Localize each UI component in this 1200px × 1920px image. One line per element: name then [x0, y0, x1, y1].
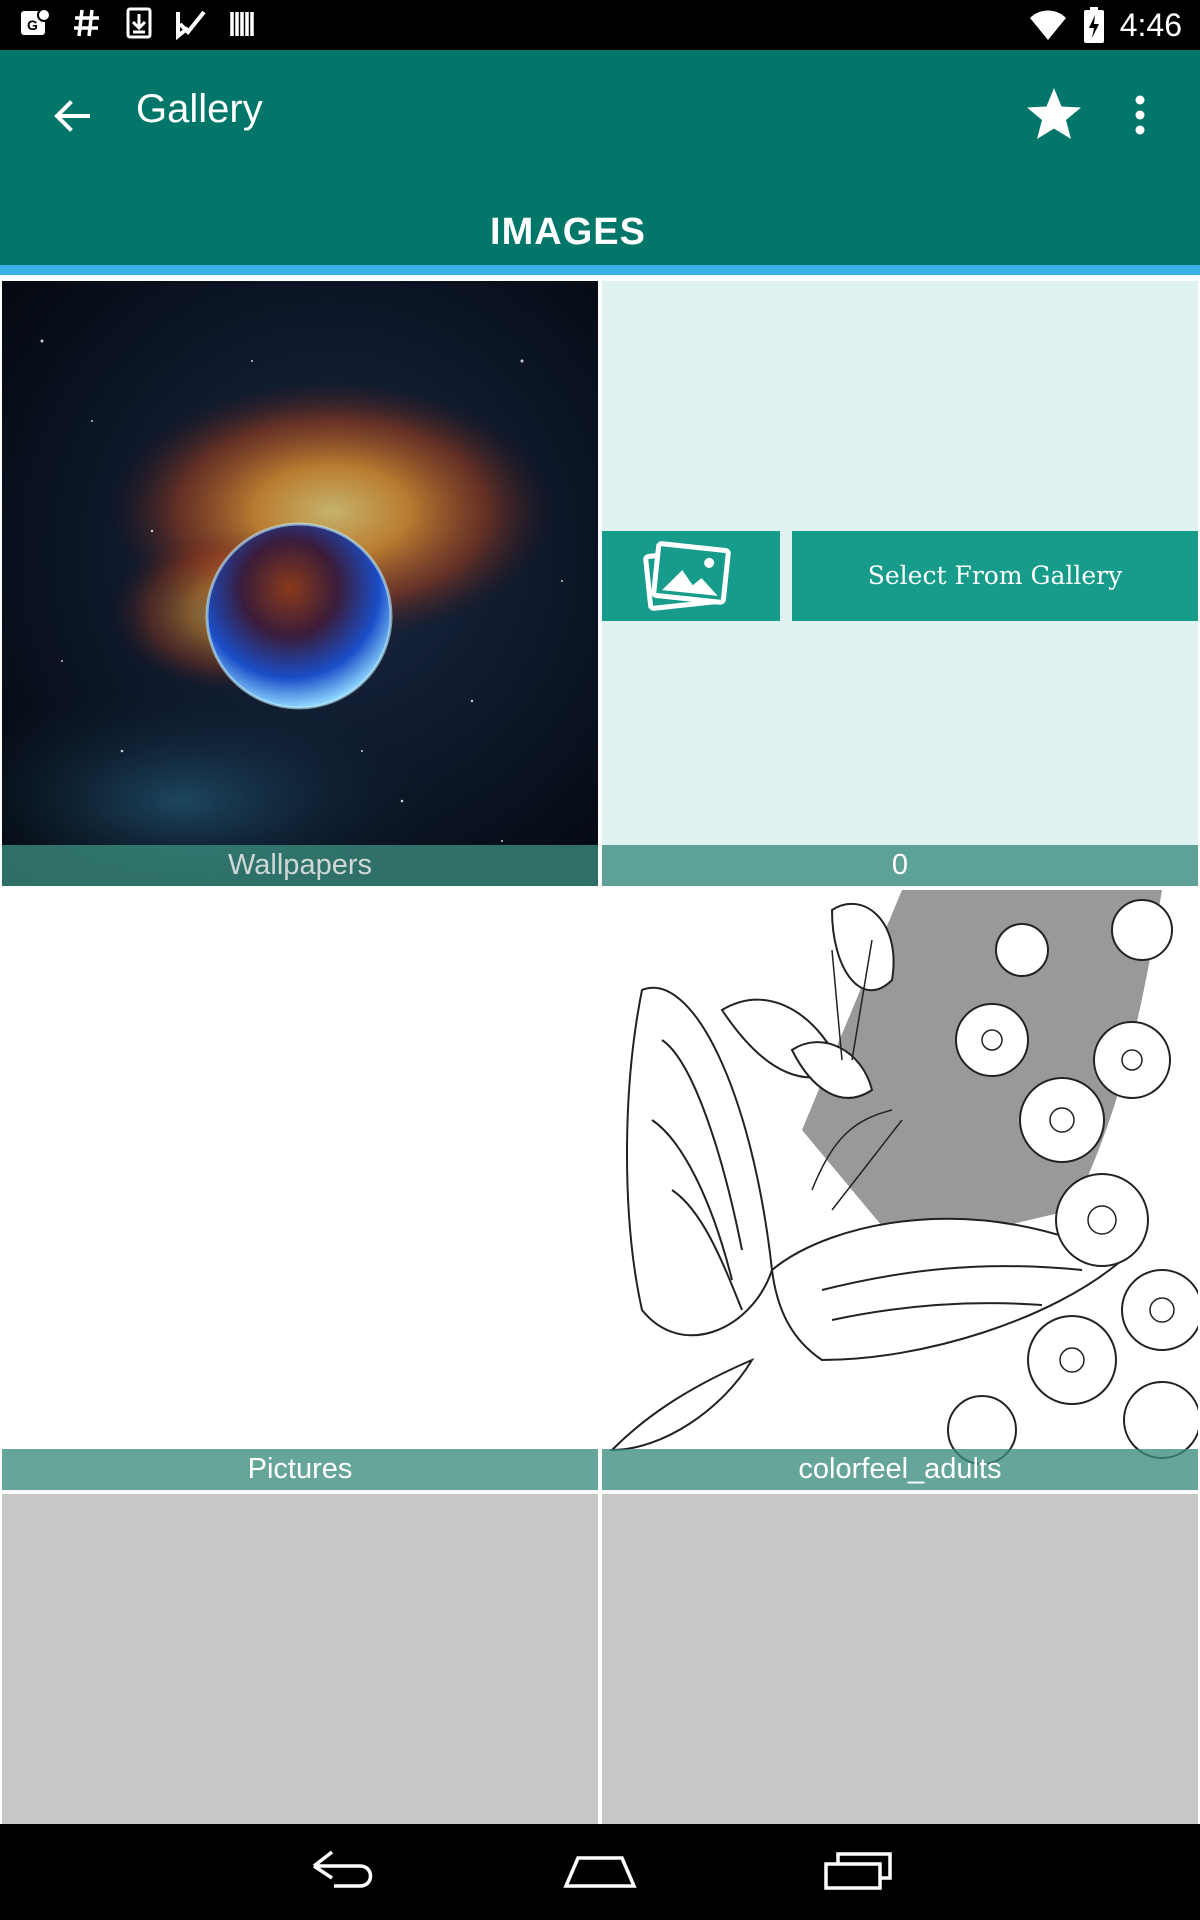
system-nav-bar	[0, 1824, 1200, 1920]
nav-recents-button[interactable]	[818, 1842, 898, 1902]
gallery-icon-button[interactable]	[602, 531, 780, 621]
nav-back-button[interactable]	[304, 1842, 384, 1902]
album-tile-select: Select From Gallery 0	[602, 281, 1198, 886]
status-bar: G 4:46	[0, 0, 1200, 50]
album-tile-wallpapers[interactable]: Wallpapers	[2, 281, 598, 886]
back-button[interactable]	[48, 92, 96, 140]
album-tile-empty[interactable]	[2, 1494, 598, 1824]
download-icon	[122, 6, 156, 40]
nav-home-button[interactable]	[560, 1842, 640, 1902]
more-vert-icon	[1135, 95, 1145, 135]
page-title: Gallery	[136, 87, 263, 131]
favorite-button[interactable]	[1023, 84, 1085, 146]
album-grid: Wallpapers Select From Gallery 0 Picture…	[0, 276, 1200, 1824]
maps-icon: G	[18, 6, 52, 40]
star-icon	[1027, 88, 1081, 139]
album-tile-pictures[interactable]: Pictures	[2, 890, 598, 1490]
nav-home-icon	[563, 1856, 637, 1888]
notification-icons: G	[18, 6, 260, 41]
overflow-menu-button[interactable]	[1120, 88, 1160, 144]
barcode-icon	[226, 6, 260, 40]
album-name: Wallpapers	[2, 845, 598, 886]
butterfly-line-art-image	[609, 890, 1198, 1465]
album-tile-empty[interactable]	[602, 1494, 1198, 1824]
tab-indicator	[0, 265, 1200, 275]
album-name: Pictures	[2, 1449, 598, 1490]
nav-recents-icon	[824, 1852, 892, 1890]
album-name: colorfeel_adults	[602, 1449, 1198, 1490]
check-icon	[174, 6, 208, 41]
svg-text:G: G	[27, 17, 38, 33]
nav-back-icon	[312, 1850, 373, 1888]
clock: 4:46	[1119, 6, 1182, 43]
album-name: 0	[602, 845, 1198, 886]
app-bar: Gallery IMAGES	[0, 50, 1200, 265]
battery-charging-icon	[1083, 7, 1104, 43]
wifi-icon	[1029, 10, 1066, 40]
select-from-gallery-button[interactable]: Select From Gallery	[792, 531, 1198, 621]
gallery-photos-icon	[643, 541, 731, 611]
arrow-back-icon	[54, 100, 90, 132]
space-planet-image	[2, 281, 598, 886]
tab-images[interactable]: IMAGES	[0, 200, 1136, 264]
hash-icon	[70, 6, 104, 40]
album-tile-colorfeel-adults[interactable]: colorfeel_adults	[602, 890, 1198, 1490]
